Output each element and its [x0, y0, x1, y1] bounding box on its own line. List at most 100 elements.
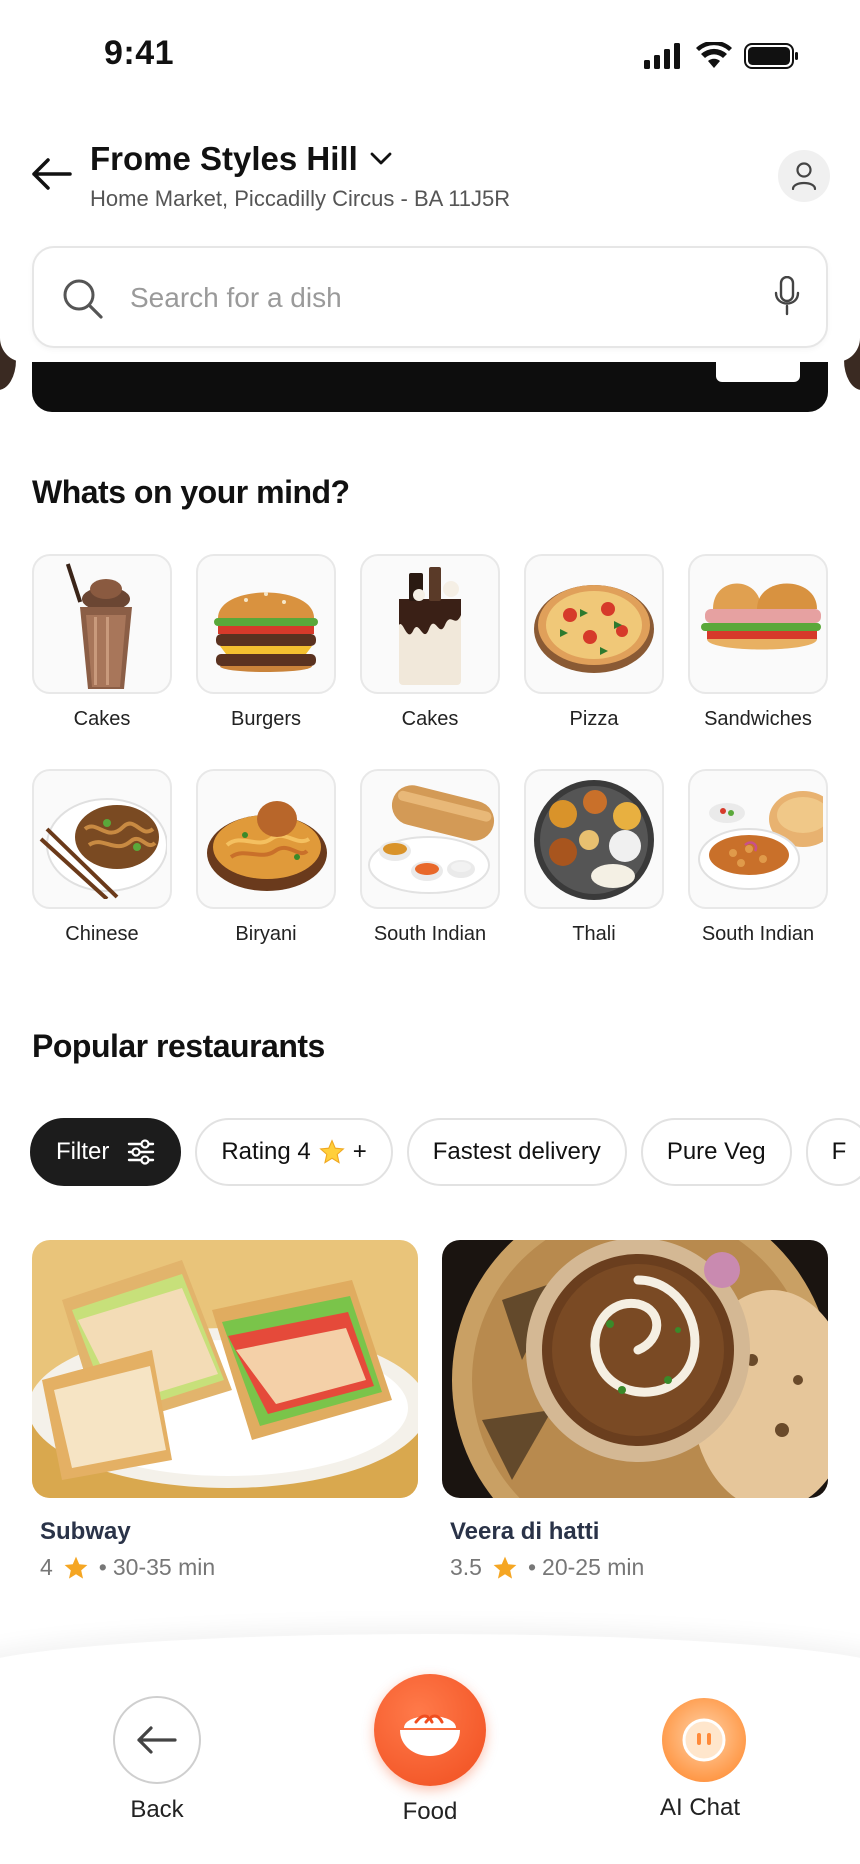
location-selector[interactable]: Frome Styles Hill [90, 140, 392, 178]
dot-separator: • [527, 1554, 537, 1580]
category-label: South Indian [373, 923, 487, 945]
category-label: Chinese [65, 923, 139, 945]
restaurants-title: Popular restaurants [32, 1028, 325, 1064]
milkshake-icon [65, 563, 132, 689]
nav-back[interactable]: Back [113, 1696, 201, 1824]
category-label: Cakes [73, 708, 131, 730]
filter-chip-pure-veg[interactable]: Pure Veg [640, 1118, 792, 1186]
category-item[interactable]: Burgers [196, 554, 336, 731]
chip-suffix: + [352, 1138, 367, 1165]
category-tile [196, 769, 336, 909]
status-bar: 9:41 [0, 0, 860, 110]
status-icons [644, 42, 800, 70]
sandwich-icon [701, 583, 821, 650]
star-icon [64, 1556, 88, 1579]
chip-label: F [831, 1138, 847, 1165]
search-icon [63, 279, 103, 319]
battery-icon [744, 43, 798, 69]
wifi-icon [696, 42, 732, 68]
category-tile [688, 554, 828, 694]
nav-food[interactable]: Food [374, 1674, 486, 1826]
category-tile [688, 769, 828, 909]
category-label: Cakes [401, 708, 459, 730]
category-item[interactable]: Chinese [32, 769, 172, 946]
search-bar[interactable] [32, 246, 828, 348]
category-item[interactable]: Pizza [524, 554, 664, 731]
dot-separator: • [98, 1554, 107, 1580]
back-button[interactable] [113, 1696, 201, 1784]
restaurant-card[interactable]: Veera di hatti 3.5 • 20-25 min [442, 1240, 828, 1581]
pizza-icon [534, 585, 654, 673]
category-item[interactable]: Cakes [32, 554, 172, 731]
thali-icon [534, 780, 654, 900]
restaurant-rating: 3.5 [450, 1554, 482, 1580]
chip-label: Fastest delivery [432, 1138, 601, 1165]
filter-chip-fastest[interactable]: Fastest delivery [406, 1118, 627, 1186]
ai-chat-button[interactable] [662, 1698, 746, 1782]
category-item[interactable]: Biryani [196, 769, 336, 946]
location-address: Home Market, Piccadilly Circus - BA 11J5… [90, 186, 511, 211]
location-name: Frome Styles Hill [90, 140, 358, 177]
category-item[interactable]: South Indian [688, 769, 828, 946]
chip-label: Rating 4 [221, 1138, 311, 1165]
categories-title: Whats on your mind? [32, 474, 350, 510]
restaurant-name: Veera di hatti [450, 1518, 600, 1545]
dosa-icon [368, 785, 495, 894]
dal-makhani-photo [442, 1240, 828, 1498]
banner-button[interactable] [716, 362, 800, 382]
chole-icon [698, 791, 823, 890]
category-tile [524, 769, 664, 909]
restaurant-rating: 4 [40, 1554, 53, 1580]
star-icon [493, 1556, 517, 1579]
microphone-icon[interactable] [774, 276, 800, 316]
delivery-time: 30-35 min [112, 1554, 216, 1580]
biryani-icon [207, 801, 327, 891]
nav-chat-label: AI Chat [659, 1794, 741, 1821]
category-tile [32, 554, 172, 694]
filter-button[interactable]: Filter [30, 1118, 182, 1186]
filter-label: Filter [56, 1138, 110, 1165]
nav-back-label: Back [130, 1796, 184, 1823]
category-item[interactable]: South Indian [360, 769, 500, 946]
category-label: Burgers [230, 708, 302, 730]
category-tile [360, 554, 500, 694]
filter-chips: Filter Rating 4 + Fastest delivery Pure … [30, 1118, 860, 1188]
food-button[interactable] [374, 1674, 486, 1786]
search-input[interactable] [130, 270, 730, 326]
nav-food-label: Food [402, 1798, 458, 1825]
noodles-icon [39, 798, 167, 899]
filter-chip-more[interactable]: F [805, 1118, 860, 1186]
category-item[interactable]: Sandwiches [688, 554, 828, 731]
profile-button[interactable] [778, 150, 830, 202]
sandwich-photo [32, 1240, 418, 1498]
signal-icon [644, 43, 680, 69]
location-header: Frome Styles Hill Home Market, Piccadill… [0, 130, 860, 220]
category-grid: Cakes Burgers Cakes Pizza Sandwiches Chi… [32, 554, 832, 946]
category-label: Sandwiches [704, 708, 812, 730]
category-label: Biryani [235, 923, 297, 945]
status-time: 9:41 [104, 34, 175, 72]
category-item[interactable]: Cakes [360, 554, 500, 731]
restaurant-meta: 3.5 • 20-25 min [450, 1554, 828, 1581]
category-tile [196, 554, 336, 694]
chip-label: Pure Veg [666, 1138, 766, 1165]
category-label: South Indian [701, 923, 815, 945]
ai-orb-icon [682, 1718, 726, 1762]
star-emoji-icon [319, 1139, 345, 1164]
arrow-left-icon [137, 1726, 177, 1754]
bottom-navigation: Back Food AI Chat [0, 1634, 860, 1864]
restaurant-card[interactable]: Subway 4 • 30-35 min [32, 1240, 418, 1581]
cake-icon [399, 567, 461, 685]
nav-ai-chat[interactable]: AI Chat [659, 1698, 746, 1822]
filter-chip-rating[interactable]: Rating 4 + [195, 1118, 393, 1186]
category-label: Thali [572, 923, 616, 945]
restaurant-meta: 4 • 30-35 min [40, 1554, 418, 1581]
category-tile [360, 769, 500, 909]
back-arrow-icon[interactable] [30, 154, 74, 194]
category-tile [32, 769, 172, 909]
category-item[interactable]: Thali [524, 769, 664, 946]
sliders-icon [128, 1139, 155, 1165]
category-tile [524, 554, 664, 694]
food-bowl-icon [400, 1714, 460, 1756]
burger-icon [214, 592, 318, 672]
